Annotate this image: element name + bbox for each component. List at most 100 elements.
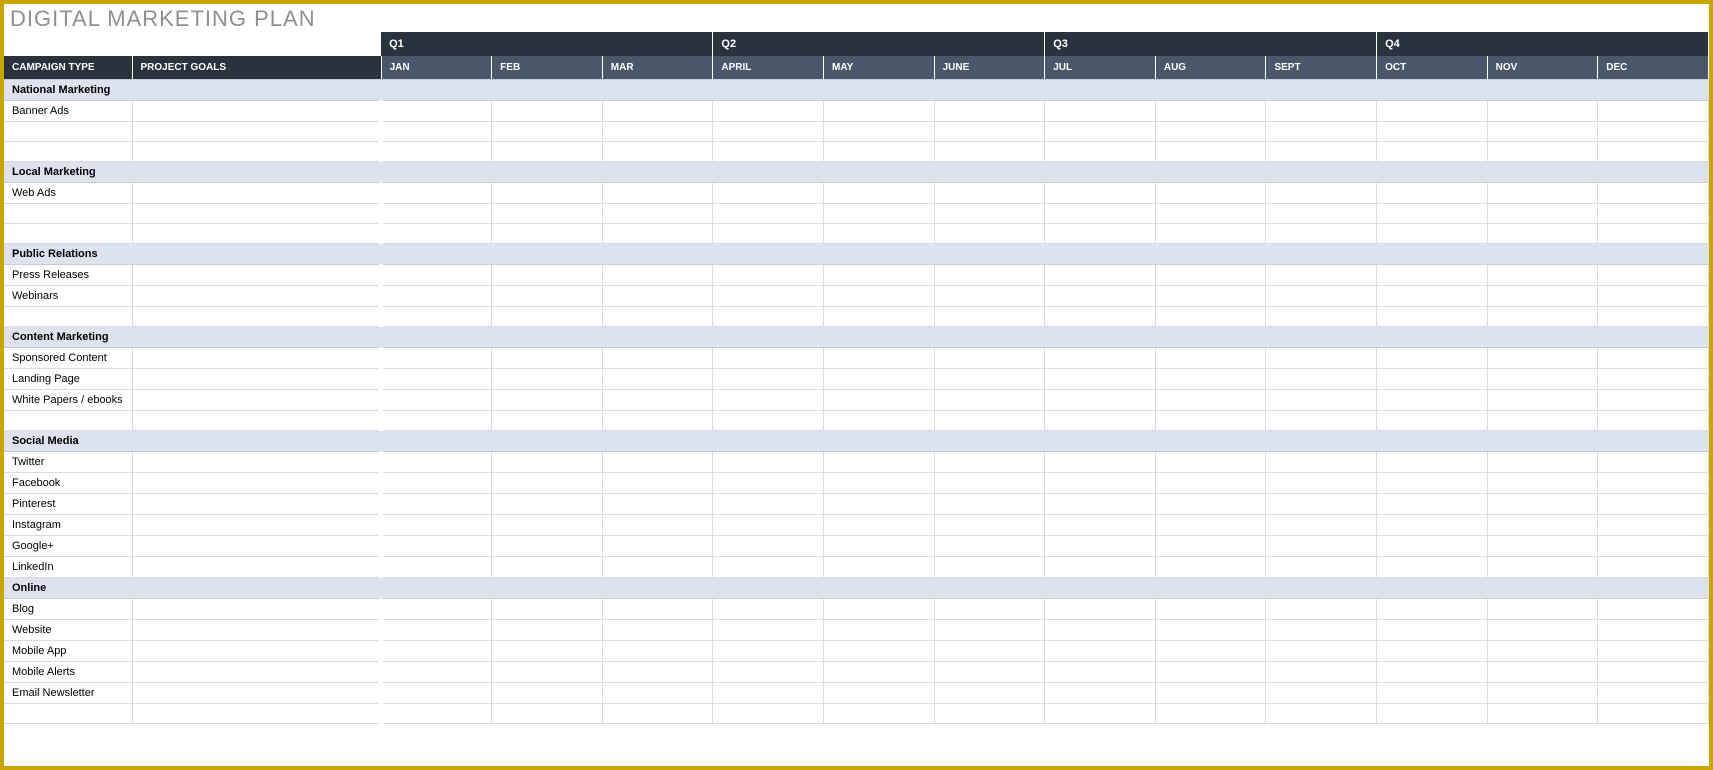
month-cell[interactable]	[1266, 683, 1377, 704]
month-cell[interactable]	[713, 641, 824, 662]
month-cell[interactable]	[713, 557, 824, 578]
month-cell[interactable]	[934, 183, 1045, 204]
goals-cell[interactable]	[132, 307, 381, 327]
campaign-cell[interactable]	[4, 307, 132, 327]
month-cell[interactable]	[1377, 286, 1488, 307]
goals-cell[interactable]	[132, 411, 381, 431]
month-cell[interactable]	[381, 142, 492, 162]
goals-cell[interactable]	[132, 348, 381, 369]
goals-cell[interactable]	[132, 224, 381, 244]
month-cell[interactable]	[602, 641, 713, 662]
month-cell[interactable]	[602, 204, 713, 224]
month-cell[interactable]	[492, 662, 603, 683]
month-cell[interactable]	[824, 494, 935, 515]
month-cell[interactable]	[824, 286, 935, 307]
goals-cell[interactable]	[132, 494, 381, 515]
month-cell[interactable]	[602, 620, 713, 641]
month-cell[interactable]	[381, 515, 492, 536]
goals-cell[interactable]	[132, 390, 381, 411]
month-cell[interactable]	[602, 683, 713, 704]
month-cell[interactable]	[1377, 369, 1488, 390]
month-cell[interactable]	[713, 494, 824, 515]
goals-cell[interactable]	[132, 122, 381, 142]
campaign-cell[interactable]: Press Releases	[4, 265, 132, 286]
month-cell[interactable]	[602, 599, 713, 620]
month-cell[interactable]	[1045, 348, 1156, 369]
month-cell[interactable]	[934, 536, 1045, 557]
month-cell[interactable]	[1377, 641, 1488, 662]
month-cell[interactable]	[1155, 122, 1266, 142]
month-cell[interactable]	[713, 683, 824, 704]
month-cell[interactable]	[824, 142, 935, 162]
month-cell[interactable]	[824, 411, 935, 431]
month-cell[interactable]	[1598, 515, 1709, 536]
month-cell[interactable]	[1045, 494, 1156, 515]
month-cell[interactable]	[1155, 494, 1266, 515]
month-cell[interactable]	[1598, 369, 1709, 390]
month-cell[interactable]	[1487, 122, 1598, 142]
month-cell[interactable]	[934, 683, 1045, 704]
month-cell[interactable]	[1377, 348, 1488, 369]
month-cell[interactable]	[713, 224, 824, 244]
month-cell[interactable]	[492, 620, 603, 641]
goals-cell[interactable]	[132, 557, 381, 578]
month-cell[interactable]	[381, 683, 492, 704]
month-cell[interactable]	[1155, 599, 1266, 620]
month-cell[interactable]	[934, 599, 1045, 620]
campaign-cell[interactable]: Mobile Alerts	[4, 662, 132, 683]
month-cell[interactable]	[824, 348, 935, 369]
month-cell[interactable]	[1266, 557, 1377, 578]
month-cell[interactable]	[824, 101, 935, 122]
month-cell[interactable]	[381, 183, 492, 204]
month-cell[interactable]	[1487, 557, 1598, 578]
goals-cell[interactable]	[132, 662, 381, 683]
month-cell[interactable]	[1598, 494, 1709, 515]
month-cell[interactable]	[492, 122, 603, 142]
month-cell[interactable]	[1045, 122, 1156, 142]
month-cell[interactable]	[1155, 557, 1266, 578]
month-cell[interactable]	[1266, 142, 1377, 162]
month-cell[interactable]	[1598, 204, 1709, 224]
month-cell[interactable]	[1377, 620, 1488, 641]
month-cell[interactable]	[1377, 536, 1488, 557]
month-cell[interactable]	[1045, 411, 1156, 431]
month-cell[interactable]	[1487, 411, 1598, 431]
month-cell[interactable]	[1155, 536, 1266, 557]
month-cell[interactable]	[934, 411, 1045, 431]
month-cell[interactable]	[1487, 224, 1598, 244]
campaign-cell[interactable]	[4, 122, 132, 142]
goals-cell[interactable]	[132, 473, 381, 494]
month-cell[interactable]	[492, 348, 603, 369]
month-cell[interactable]	[381, 662, 492, 683]
month-cell[interactable]	[602, 122, 713, 142]
month-cell[interactable]	[824, 224, 935, 244]
month-cell[interactable]	[1377, 224, 1488, 244]
month-cell[interactable]	[1045, 641, 1156, 662]
goals-cell[interactable]	[132, 142, 381, 162]
month-cell[interactable]	[824, 204, 935, 224]
month-cell[interactable]	[602, 557, 713, 578]
month-cell[interactable]	[1487, 494, 1598, 515]
month-cell[interactable]	[381, 101, 492, 122]
month-cell[interactable]	[1045, 224, 1156, 244]
month-cell[interactable]	[1598, 599, 1709, 620]
month-cell[interactable]	[1266, 662, 1377, 683]
month-cell[interactable]	[492, 204, 603, 224]
month-cell[interactable]	[1155, 265, 1266, 286]
campaign-cell[interactable]: LinkedIn	[4, 557, 132, 578]
month-cell[interactable]	[1598, 142, 1709, 162]
month-cell[interactable]	[1377, 307, 1488, 327]
month-cell[interactable]	[1377, 265, 1488, 286]
month-cell[interactable]	[1266, 265, 1377, 286]
campaign-cell[interactable]: Website	[4, 620, 132, 641]
month-cell[interactable]	[492, 224, 603, 244]
month-cell[interactable]	[1598, 307, 1709, 327]
month-cell[interactable]	[1045, 265, 1156, 286]
month-cell[interactable]	[1377, 183, 1488, 204]
campaign-cell[interactable]: Pinterest	[4, 494, 132, 515]
month-cell[interactable]	[1155, 183, 1266, 204]
month-cell[interactable]	[934, 452, 1045, 473]
month-cell[interactable]	[492, 473, 603, 494]
month-cell[interactable]	[1155, 348, 1266, 369]
month-cell[interactable]	[492, 265, 603, 286]
